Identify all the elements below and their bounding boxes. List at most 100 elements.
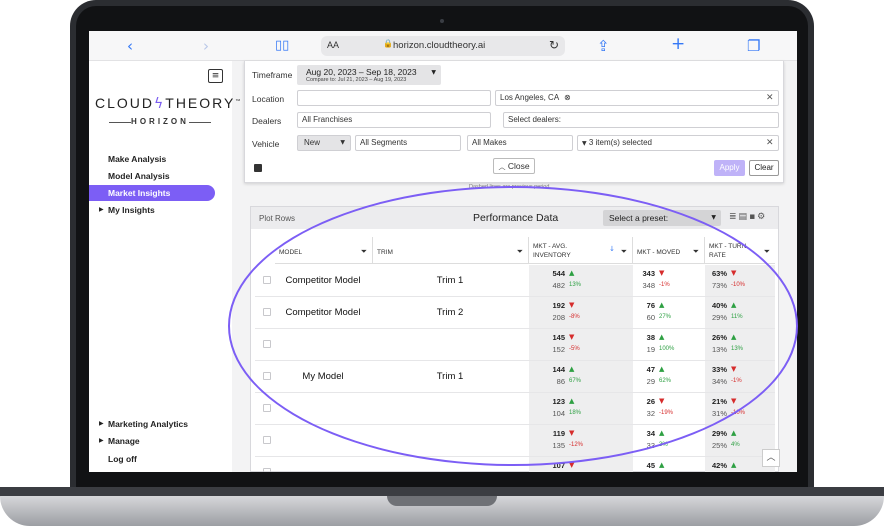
tabs-icon[interactable]: ❐: [747, 37, 760, 55]
back-icon[interactable]: ‹: [127, 37, 133, 55]
vehicle-segments-select[interactable]: All Segments: [355, 135, 461, 151]
trademark: ™: [235, 98, 243, 105]
dealers-franchise-select[interactable]: All Franchises: [297, 112, 491, 128]
vehicle-models-select[interactable]: ▼ 3 item(s) selected: [577, 135, 779, 151]
metric-current: 45: [646, 461, 655, 470]
remove-chip-icon[interactable]: ⊗: [564, 93, 571, 102]
col-header-trim[interactable]: TRIM ⏷: [373, 237, 529, 264]
nav-my-insights[interactable]: ▶ My Insights: [99, 202, 225, 218]
nav-market-insights[interactable]: Market Insights: [89, 185, 215, 201]
screen: ‹ › ▯▯ AA 🔒 horizon.cloudtheory.ai ↻ ⇪ +…: [89, 31, 797, 472]
sort-desc-icon[interactable]: ↓: [609, 245, 615, 254]
vehicle-makes-select[interactable]: All Makes: [467, 135, 573, 151]
metric-current: 76: [646, 301, 655, 310]
nav-marketing-analytics[interactable]: ▶ Marketing Analytics: [99, 416, 225, 432]
scroll-to-top-button[interactable]: ︿: [762, 449, 780, 467]
dealers-select[interactable]: Select dealers:: [503, 112, 779, 128]
table-row[interactable]: 123 104 ▲ 18% 26 32 ▼ -19% 21% 31% ▼ -10%: [255, 393, 775, 425]
table-row[interactable]: Competitor Model Trim 1 544 482 ▲ 13% 343 348 ▼ -…: [255, 265, 775, 297]
metric-change-pct: -5%: [569, 346, 580, 352]
timeframe-compare: Compare to: Jul 21, 2023 – Aug 19, 2023: [306, 77, 407, 83]
metric-cell-mov: 38 19 ▲ 100%: [633, 329, 705, 360]
nav-manage[interactable]: ▶ Manage: [99, 433, 225, 449]
model-cell: Competitor Model: [285, 307, 361, 318]
col-header-moved[interactable]: MKT - MOVED ⏷: [633, 237, 705, 264]
url-text: horizon.cloudtheory.ai: [393, 40, 486, 51]
filter-icon[interactable]: ⏷: [764, 247, 770, 256]
row-checkbox[interactable]: [263, 308, 271, 316]
filter-icon[interactable]: ⏷: [361, 247, 367, 256]
row-checkbox[interactable]: [263, 468, 271, 472]
nav-model-analysis[interactable]: Model Analysis: [99, 168, 225, 184]
vehicle-condition-value: New: [304, 138, 321, 147]
table-row[interactable]: 107 ▼ 45 ▲ 42% ▲: [255, 457, 775, 472]
metric-change-pct: 62%: [659, 378, 672, 384]
metric-previous: 482: [552, 281, 565, 290]
table-row[interactable]: Competitor Model Trim 2 192 208 ▼ -8% 76 60 ▲ 27%…: [255, 297, 775, 329]
clear-vehicle-icon[interactable]: ✕: [766, 138, 774, 148]
reader-aa-button[interactable]: AA: [327, 40, 339, 50]
settings-gear-icon[interactable]: ⚙: [757, 212, 767, 222]
preset-select[interactable]: Select a preset: ▼: [603, 210, 721, 226]
chevron-down-icon: ▼: [431, 69, 436, 76]
chevron-up-icon: ︿: [498, 163, 506, 171]
table-row[interactable]: 145 152 ▼ -5% 38 19 ▲ 100% 26% 13% ▲ 13%: [255, 329, 775, 361]
arrow-down-icon: ▼: [569, 429, 575, 437]
nav-log-off[interactable]: Log off: [99, 451, 225, 467]
performance-panel: Plot Rows Performance Data Select a pres…: [250, 206, 779, 472]
metric-previous: 60: [646, 313, 655, 322]
metric-change-pct: 27%: [659, 314, 672, 320]
col-header-inventory[interactable]: MKT - AVG. INVENTORY ↓ ⏷: [529, 237, 633, 264]
save-preset-icon[interactable]: ▪: [749, 212, 757, 222]
metric-current: 38: [646, 333, 655, 342]
filter-icon[interactable]: ⏷: [517, 247, 523, 256]
nav-label: Make Analysis: [108, 154, 167, 164]
close-filters-button[interactable]: ︿ Close: [493, 158, 535, 174]
reload-icon[interactable]: ↻: [549, 38, 559, 52]
metric-previous: 34%: [711, 377, 727, 386]
metric-current: 144: [552, 365, 565, 374]
col-header-model[interactable]: MODEL ⏷: [275, 237, 373, 264]
caret-right-icon: ▶: [99, 206, 104, 213]
share-icon[interactable]: ⇪: [597, 37, 610, 55]
filter-icon[interactable]: ⏷: [621, 247, 627, 256]
url-bar[interactable]: AA 🔒 horizon.cloudtheory.ai ↻: [321, 36, 565, 56]
row-checkbox[interactable]: [263, 436, 271, 444]
row-checkbox[interactable]: [263, 276, 271, 284]
location-input[interactable]: [297, 90, 491, 106]
metric-change-pct: 13%: [569, 282, 582, 288]
row-checkbox[interactable]: [263, 372, 271, 380]
plot-rows-button[interactable]: Plot Rows: [259, 214, 295, 223]
export-icon[interactable]: ▤: [739, 212, 750, 222]
vehicle-condition-select[interactable]: New ▼: [297, 135, 351, 151]
model-cell: [275, 425, 371, 456]
nav-make-analysis[interactable]: Make Analysis: [99, 151, 225, 167]
table-row[interactable]: My Model Trim 1 144 86 ▲ 67% 47 29 ▲ 62% 33% 34% ▼ -1…: [255, 361, 775, 393]
metric-current: 63%: [711, 269, 727, 278]
nav-label: Market Insights: [108, 188, 171, 198]
metric-previous: 13%: [711, 345, 727, 354]
menu-icon[interactable]: ≡: [208, 69, 223, 83]
filter-icon[interactable]: ⏷: [693, 247, 699, 256]
table-row[interactable]: 119 135 ▼ -12% 34 33 ▲ 3% 29% 25% ▲ 4%: [255, 425, 775, 457]
row-checkbox[interactable]: [263, 340, 271, 348]
metric-change-pct: 11%: [731, 314, 743, 320]
location-chip: Los Angeles, CA: [500, 93, 559, 102]
location-chips-field[interactable]: Los Angeles, CA ⊗: [495, 90, 779, 106]
save-icon[interactable]: [254, 164, 262, 172]
bookmarks-icon[interactable]: ▯▯: [275, 37, 289, 55]
metric-previous: 25%: [711, 441, 727, 450]
database-icon[interactable]: ≣: [729, 212, 739, 222]
clear-button[interactable]: Clear: [749, 160, 779, 176]
timeframe-select[interactable]: Aug 20, 2023 – Sep 18, 2023 Compare to: …: [297, 65, 441, 85]
col-header-turn-rate[interactable]: MKT - TURN RATE ⏷: [705, 237, 775, 264]
forward-icon[interactable]: ›: [203, 37, 209, 55]
new-tab-icon[interactable]: +: [671, 35, 685, 53]
nav-label: Log off: [108, 454, 137, 464]
model-cell: [275, 329, 371, 360]
row-checkbox[interactable]: [263, 404, 271, 412]
trim-cell: Trim 1: [436, 371, 464, 382]
apply-button[interactable]: Apply: [714, 160, 745, 176]
metric-current: 40%: [711, 301, 727, 310]
clear-location-icon[interactable]: ✕: [766, 93, 774, 103]
